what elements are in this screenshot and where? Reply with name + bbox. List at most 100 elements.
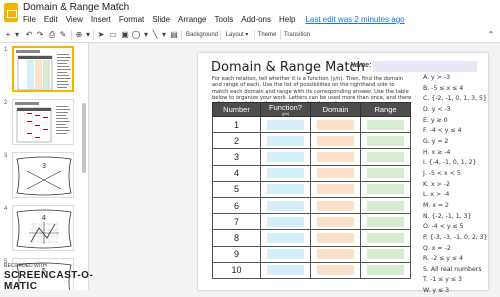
domain-cell-input[interactable] [317,249,354,260]
function-cell [260,180,311,198]
print-icon[interactable]: ⎙ [47,30,57,40]
range-cell-input[interactable] [367,135,404,146]
function-cell-input[interactable] [267,168,304,179]
zoom-dropdown-icon[interactable]: ▾ [83,30,93,40]
range-cell-input[interactable] [367,184,404,195]
table-row: 6 [212,196,411,215]
background-button[interactable]: Background [186,30,218,40]
function-cell-input[interactable] [267,216,304,227]
range-cell [360,180,411,198]
domain-cell-input[interactable] [317,184,354,195]
row-number: 9 [212,245,261,263]
domain-cell-input[interactable] [317,232,354,243]
range-cell-input[interactable] [367,232,404,243]
range-cell-input[interactable] [367,200,404,211]
svg-text:3: 3 [42,162,46,170]
table-row: 8 [212,229,411,247]
answer-choices: A. y > -3 B. -5 ≤ x ≤ 4 C. {-2, -1, 0, 1, … [423,73,488,297]
redo-icon[interactable]: ↷ [35,30,45,40]
domain-cell-input[interactable] [317,200,354,211]
slide-number: 3 [4,153,8,159]
range-cell [360,196,411,215]
current-slide[interactable]: Domain & Range Match Name: For each rela… [198,53,488,294]
name-field[interactable] [373,61,477,72]
shape-icon[interactable]: ◯ [131,30,141,40]
watermark-small-text: RECORDED WITH [4,263,47,269]
menu-tools[interactable]: Tools [215,15,234,26]
menu-arrange[interactable]: Arrange [178,15,206,26]
filmstrip-scroll-thumb[interactable] [82,103,86,173]
domain-cell-input[interactable] [317,168,354,179]
function-cell-input[interactable] [267,135,304,146]
function-cell-input[interactable] [267,232,304,243]
paint-format-icon[interactable]: ✎ [58,30,68,40]
domain-cell [310,213,361,231]
menu-view[interactable]: View [66,15,83,26]
answer-choice: W. y ≤ 3 [423,287,450,295]
domain-cell-input[interactable] [317,135,354,146]
theme-button[interactable]: Theme [256,30,278,40]
range-cell-input[interactable] [367,216,404,227]
slide-title[interactable]: Domain & Range Match [211,60,365,75]
domain-cell [310,245,361,263]
menu-file[interactable]: File [23,15,36,26]
slide-number: 1 [4,47,8,53]
filmstrip-scrollbar[interactable] [81,43,87,290]
canvas-scrollbar[interactable] [492,43,500,290]
star-icon[interactable]: ☆ [114,1,123,12]
watermark-logo-text: SCREENCAST-O-MATIC [4,270,94,292]
function-cell-input[interactable] [267,249,304,260]
range-cell-input[interactable] [367,249,404,260]
layout-button[interactable]: Layout ▾ [222,30,252,40]
screencast-watermark: RECORDED WITH SCREENCAST-O-MATIC [2,263,122,292]
range-cell-input[interactable] [367,168,404,179]
function-cell-input[interactable] [267,200,304,211]
menu-help[interactable]: Help [279,15,295,26]
row-number: 4 [212,164,261,182]
slide-thumbnail-4[interactable]: 4 [12,205,74,251]
function-cell [260,148,311,166]
menu-add-ons[interactable]: Add-ons [241,15,271,26]
domain-cell-input[interactable] [317,216,354,227]
undo-icon[interactable]: ↶ [24,30,34,40]
menu-edit[interactable]: Edit [44,15,58,26]
last-edit-link[interactable]: Last edit was 2 minutes ago [305,15,404,26]
slide-thumbnail-1[interactable] [12,46,74,92]
menu-insert[interactable]: Insert [91,15,111,26]
slides-logo-icon[interactable] [4,3,18,22]
row-number: 8 [212,229,261,247]
line-dropdown-icon[interactable]: ▾ [159,30,169,40]
row-number: 10 [212,261,261,279]
text-box-icon[interactable]: ▭ [108,30,118,40]
select-cursor-icon[interactable]: ➤ [96,30,106,40]
domain-cell-input[interactable] [317,119,354,130]
table-row: 4 [212,164,411,182]
domain-cell-input[interactable] [317,265,354,276]
transition-button[interactable]: Transition [282,30,312,40]
range-cell-input[interactable] [367,119,404,130]
range-cell [360,229,411,247]
image-icon[interactable]: ▣ [120,30,130,40]
menu-slide[interactable]: Slide [152,15,170,26]
range-cell-input[interactable] [367,265,404,276]
function-cell [260,115,311,134]
chevron-down-icon[interactable]: ▾ [12,30,22,40]
answer-choice: K. x > -2 [423,180,450,188]
function-cell-input[interactable] [267,265,304,276]
function-cell-input[interactable] [267,119,304,130]
range-cell-input[interactable] [367,151,404,162]
slide-thumbnail-2[interactable] [12,99,74,145]
function-cell-input[interactable] [267,184,304,195]
menu-format[interactable]: Format [119,15,144,26]
answer-choice: L. x > -4 [423,191,450,199]
domain-cell [310,196,361,215]
collapse-toolbar-icon[interactable]: ⌃ [486,30,496,40]
comment-icon[interactable]: ▤ [169,30,179,40]
answer-choice: S. All real numbers [423,265,482,273]
layout-label: Layout [225,32,244,38]
slide-thumbnail-3[interactable]: 3 [12,152,74,198]
domain-cell-input[interactable] [317,151,354,162]
header-number: Number [212,102,261,117]
function-cell-input[interactable] [267,151,304,162]
domain-cell [310,229,361,247]
